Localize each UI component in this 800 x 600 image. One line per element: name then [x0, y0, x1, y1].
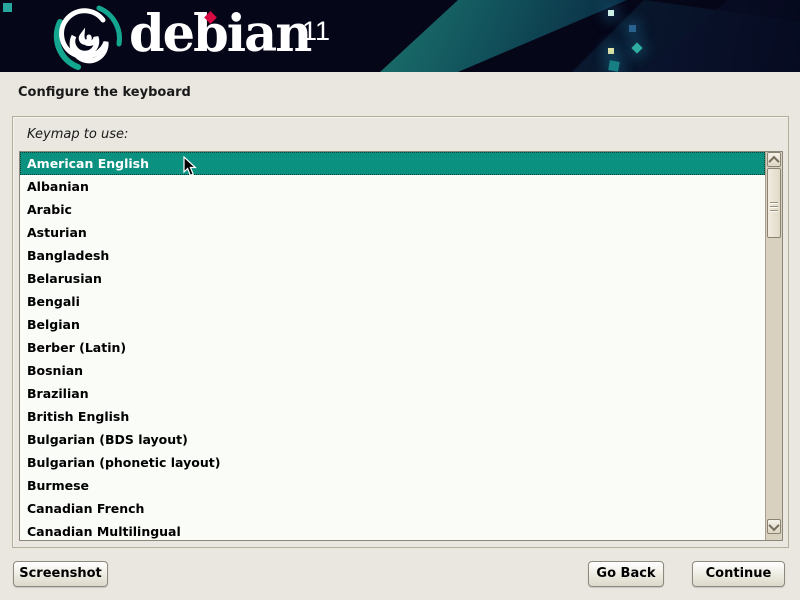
- keymap-rows: American English Albanian Arabic Asturia…: [20, 152, 765, 541]
- page-title: Configure the keyboard: [18, 85, 191, 100]
- list-item[interactable]: Bangladesh: [20, 244, 765, 267]
- list-item[interactable]: Burmese: [20, 474, 765, 497]
- continue-button[interactable]: Continue: [692, 561, 785, 587]
- scroll-down-button[interactable]: [767, 519, 781, 534]
- list-item[interactable]: Brazilian: [20, 382, 765, 405]
- keymap-listbox[interactable]: American English Albanian Arabic Asturia…: [19, 151, 783, 541]
- list-item[interactable]: Belarusian: [20, 267, 765, 290]
- scrollbar-thumb[interactable]: [767, 168, 781, 238]
- go-back-button[interactable]: Go Back: [588, 561, 664, 587]
- chevron-down-icon: [768, 519, 779, 530]
- version-number: 11: [302, 16, 330, 46]
- scrollbar[interactable]: [765, 152, 782, 540]
- keymap-panel: Keymap to use: American English Albanian…: [12, 116, 789, 548]
- list-item[interactable]: Belgian: [20, 313, 765, 336]
- installer-window: debian 11 Configure the keyboard Keymap …: [0, 0, 800, 600]
- list-item[interactable]: Albanian: [20, 175, 765, 198]
- brand-wordmark: debian: [129, 3, 310, 65]
- screenshot-button[interactable]: Screenshot: [13, 561, 108, 587]
- scrollbar-grip: [770, 200, 778, 214]
- mouse-cursor: [183, 156, 197, 177]
- banner-accent-square: [629, 25, 636, 32]
- banner-accent-square: [608, 10, 614, 16]
- list-item[interactable]: Bosnian: [20, 359, 765, 382]
- list-item[interactable]: Asturian: [20, 221, 765, 244]
- list-item[interactable]: British English: [20, 405, 765, 428]
- debian-banner: debian 11: [0, 0, 800, 72]
- list-item[interactable]: Bengali: [20, 290, 765, 313]
- debian-swirl-icon: [46, 4, 130, 70]
- scroll-up-button[interactable]: [767, 152, 781, 167]
- chevron-up-icon: [768, 155, 779, 166]
- keymap-label: Keymap to use:: [27, 127, 128, 142]
- banner-accent-square: [608, 48, 614, 54]
- list-item[interactable]: Canadian French: [20, 497, 765, 520]
- banner-accent-square: [608, 60, 620, 72]
- banner-corner-square: [3, 3, 12, 12]
- list-item[interactable]: Canadian Multilingual: [20, 520, 765, 541]
- list-item-selected[interactable]: American English: [20, 152, 765, 175]
- list-item[interactable]: Bulgarian (BDS layout): [20, 428, 765, 451]
- list-item[interactable]: Arabic: [20, 198, 765, 221]
- list-item[interactable]: Bulgarian (phonetic layout): [20, 451, 765, 474]
- list-item[interactable]: Berber (Latin): [20, 336, 765, 359]
